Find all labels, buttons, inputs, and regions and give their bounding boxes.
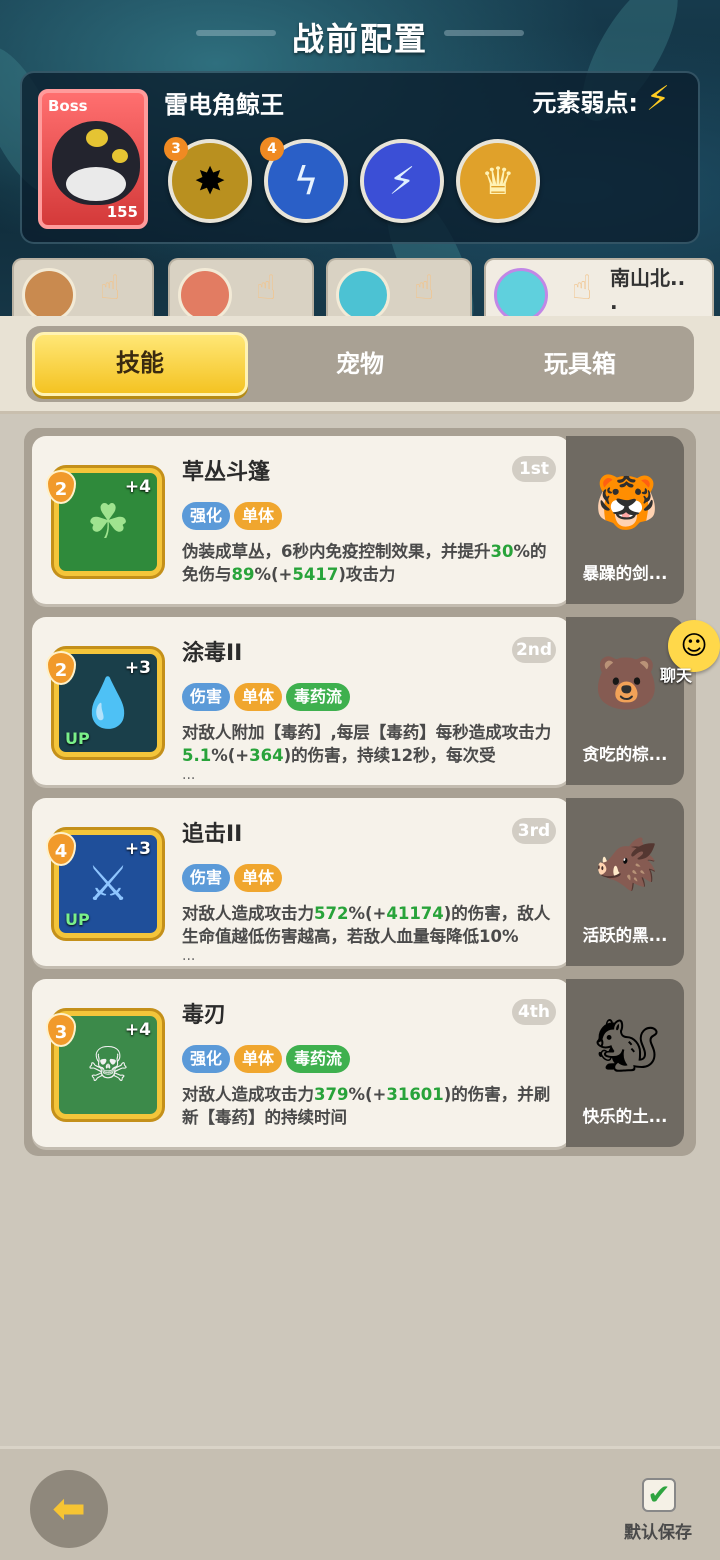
skill-plus: +3	[124, 839, 151, 859]
teammate-slot-2[interactable]: ☝	[168, 258, 314, 318]
tab-toybox[interactable]: 玩具箱	[472, 332, 688, 396]
boss-skill-golden-spike[interactable]: ✸ 3	[164, 137, 252, 223]
boss-skill-level: 3	[164, 137, 188, 161]
skill-tag: 单体	[234, 1045, 283, 1073]
pet-name: 快乐的土...	[582, 1107, 668, 1126]
boss-panel: Boss 155 雷电角鲸王 元素弱点: ⚡ ✸ 3 ϟ 4 ⚡ ♛	[20, 71, 700, 244]
teammate-slot-4[interactable]: ☝ 南山北.. .	[484, 258, 714, 318]
pet-name: 贪吃的棕...	[582, 745, 668, 764]
back-arrow-icon: ⬅	[52, 1486, 86, 1532]
description-ellipsis: ...	[182, 767, 196, 783]
pet-card-2[interactable]: 🐻 贪吃的棕...	[566, 617, 684, 785]
skill-tags: 强化 单体 毒药流	[182, 1045, 354, 1073]
boss-skill-level: 4	[260, 137, 284, 161]
skill-name: 草丛斗篷	[182, 460, 271, 485]
skill-plus: +4	[124, 1020, 151, 1040]
skill-description: 对敌人造成攻击力572%(+41174)的伤害，敌人生命值越低伤害越高，若敌人血…	[182, 904, 551, 946]
lightning-bolt-icon: ⚡	[388, 159, 416, 203]
boy-hunter-avatar	[22, 268, 76, 318]
skill-name: 毒刃	[182, 1003, 227, 1028]
description-ellipsis: ...	[182, 948, 196, 964]
bear-pet-icon: 🐻	[594, 654, 659, 714]
element-weakness-label: 元素弱点:	[532, 89, 638, 117]
teammate-slot-3[interactable]: ☝	[326, 258, 472, 318]
golden-crown-icon: ♛	[480, 159, 516, 203]
pet-name: 暴躁的剑...	[582, 564, 668, 583]
boss-name: 雷电角鲸王	[164, 91, 284, 119]
skill-tag: 强化	[182, 1045, 231, 1073]
skill-description: 对敌人附加【毒药】,每层【毒药】每秒造成攻击力5.1%(+364)的伤害，持续1…	[182, 723, 552, 765]
skill-rank-badge: 1st	[512, 456, 556, 482]
pet-card-1[interactable]: 🐯 暴躁的剑...	[566, 436, 684, 604]
skill-tag: 单体	[234, 683, 283, 711]
skill-tag: 强化	[182, 502, 231, 530]
skill-tag: 伤害	[182, 864, 231, 892]
squirrel-pet-icon: 🐿	[594, 1016, 661, 1076]
skill-name: 涂毒II	[182, 641, 243, 666]
skill-tag: 单体	[234, 864, 283, 892]
tap-hand-icon: ☝	[255, 268, 277, 308]
skill-card-3[interactable]: ⚔ +3 UP 4 追击II 3rd 伤害 单体 对敌人造成攻击力572%(+41…	[32, 798, 570, 966]
skill-tag: 单体	[234, 502, 283, 530]
skill-rank-badge: 4th	[512, 999, 556, 1025]
boss-skill-lightning-bolt[interactable]: ⚡	[360, 139, 444, 223]
whale-spot	[112, 149, 128, 163]
tiger-pet-icon: 🐯	[594, 473, 659, 533]
chat-label: 聊天	[660, 666, 693, 685]
boss-level: 155	[106, 203, 138, 221]
battle-scene-header: 战前配置 Boss 155 雷电角鲸王 元素弱点: ⚡ ✸ 3 ϟ 4 ⚡ ♛	[0, 0, 720, 318]
pet-name: 活跃的黑...	[582, 926, 668, 945]
lightning-icon: ⚡	[646, 79, 670, 119]
tap-hand-icon: ☝	[413, 268, 435, 308]
skill-tags: 强化 单体	[182, 502, 286, 530]
tab-pets[interactable]: 宠物	[252, 332, 468, 396]
skill-tag: 伤害	[182, 683, 231, 711]
default-save-checkbox[interactable]: ✔	[642, 1478, 676, 1512]
skill-tag: 毒药流	[286, 683, 351, 711]
cyan-spirit-avatar-2	[494, 268, 548, 318]
bottom-bar	[0, 1446, 720, 1560]
boss-avatar[interactable]: Boss 155	[38, 89, 148, 229]
page-title: 战前配置	[291, 20, 428, 58]
boss-skill-golden-crown[interactable]: ♛	[456, 139, 540, 223]
skill-tags: 伤害 单体	[182, 864, 286, 892]
skill-card-1[interactable]: ☘ +4 2 草丛斗篷 1st 强化 单体 伪装成草丛，6秒内免疫控制效果，并提升…	[32, 436, 570, 604]
whale-spot	[86, 129, 108, 147]
cyan-spirit-avatar	[336, 268, 390, 318]
skill-up-badge: UP	[65, 910, 90, 929]
boss-tag: Boss	[48, 97, 88, 115]
tap-hand-icon: ☝	[99, 268, 121, 308]
default-save-label: 默认保存	[624, 1523, 692, 1543]
tap-hand-icon: ☝	[571, 268, 593, 308]
skill-description: 对敌人造成攻击力379%(+31601)的伤害，并刷新【毒药】的持续时间	[182, 1085, 551, 1127]
whale-belly	[66, 167, 126, 201]
skill-plus: +3	[124, 658, 151, 678]
tab-skills[interactable]: 技能	[32, 332, 248, 396]
pet-card-4[interactable]: 🐿 快乐的土...	[566, 979, 684, 1147]
pet-card-3[interactable]: 🐗 活跃的黑...	[566, 798, 684, 966]
smiley-icon: ☺	[680, 631, 708, 661]
skill-tags: 伤害 单体 毒药流	[182, 683, 354, 711]
skill-description: 伪装成草丛，6秒内免疫控制效果，并提升30%的免伤与89%(+5417)攻击力	[182, 542, 547, 584]
skill-tag: 毒药流	[286, 1045, 351, 1073]
skill-card-4[interactable]: ☠ +4 3 毒刃 4th 强化 单体 毒药流 对敌人造成攻击力379%(+3160…	[32, 979, 570, 1147]
teammate-slot-1[interactable]: ☝	[12, 258, 154, 318]
skill-card-2[interactable]: 💧 +3 UP 2 涂毒II 2nd 伤害 单体 毒药流 对敌人附加【毒药】,每层【…	[32, 617, 570, 785]
tab-bar: 技能 宠物 玩具箱	[26, 326, 694, 402]
skill-name: 追击II	[182, 822, 243, 847]
teammate-name: 南山北.. .	[610, 266, 686, 314]
boar-pet-icon: 🐗	[594, 835, 659, 895]
skill-up-badge: UP	[65, 729, 90, 748]
boss-skill-blue-lightning[interactable]: ϟ 4	[260, 137, 348, 223]
checkmark-icon: ✔	[647, 1478, 671, 1511]
skill-rank-badge: 2nd	[512, 637, 556, 663]
skill-plus: +4	[124, 477, 151, 497]
back-button[interactable]: ⬅	[30, 1470, 108, 1548]
skill-rank-badge: 3rd	[512, 818, 556, 844]
red-hair-avatar	[178, 268, 232, 318]
